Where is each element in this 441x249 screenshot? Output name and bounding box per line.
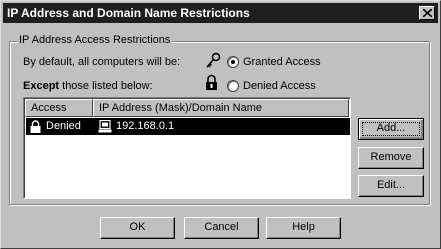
column-header-address[interactable]: IP Address (Mask)/Domain Name [93,99,349,117]
denied-access-radio[interactable] [227,80,239,92]
restrictions-dialog: IP Address and Domain Name Restrictions … [0,0,441,249]
column-header-access[interactable]: Access [25,99,93,117]
padlock-icon [206,74,217,90]
table-row[interactable]: Denied 192.168.0.1 [26,118,350,135]
key-icon [206,52,221,68]
cancel-button[interactable]: Cancel [184,217,259,239]
ok-button[interactable]: OK [100,217,175,239]
remove-button[interactable]: Remove [358,147,424,169]
denied-access-label[interactable]: Denied Access [243,80,316,92]
granted-access-label[interactable]: Granted Access [243,56,321,68]
granted-access-radio[interactable] [227,56,239,68]
help-button[interactable]: Help [266,217,341,239]
except-label: Except those listed below: [23,80,153,92]
close-icon [423,9,432,17]
add-button[interactable]: Add... [358,118,424,140]
group-legend: IP Address Access Restrictions [17,34,173,46]
computer-icon [98,120,112,133]
window-title: IP Address and Domain Name Restrictions [7,6,250,20]
title-bar[interactable]: IP Address and Domain Name Restrictions [3,3,438,23]
row-address: 192.168.0.1 [116,120,175,132]
close-button[interactable] [419,6,435,20]
padlock-icon [30,120,41,133]
default-access-label: By default, all computers will be: [23,56,181,68]
restrictions-list[interactable]: Access IP Address (Mask)/Domain Name Den… [23,97,351,199]
row-access: Denied [46,120,81,132]
edit-button[interactable]: Edit... [358,175,424,197]
